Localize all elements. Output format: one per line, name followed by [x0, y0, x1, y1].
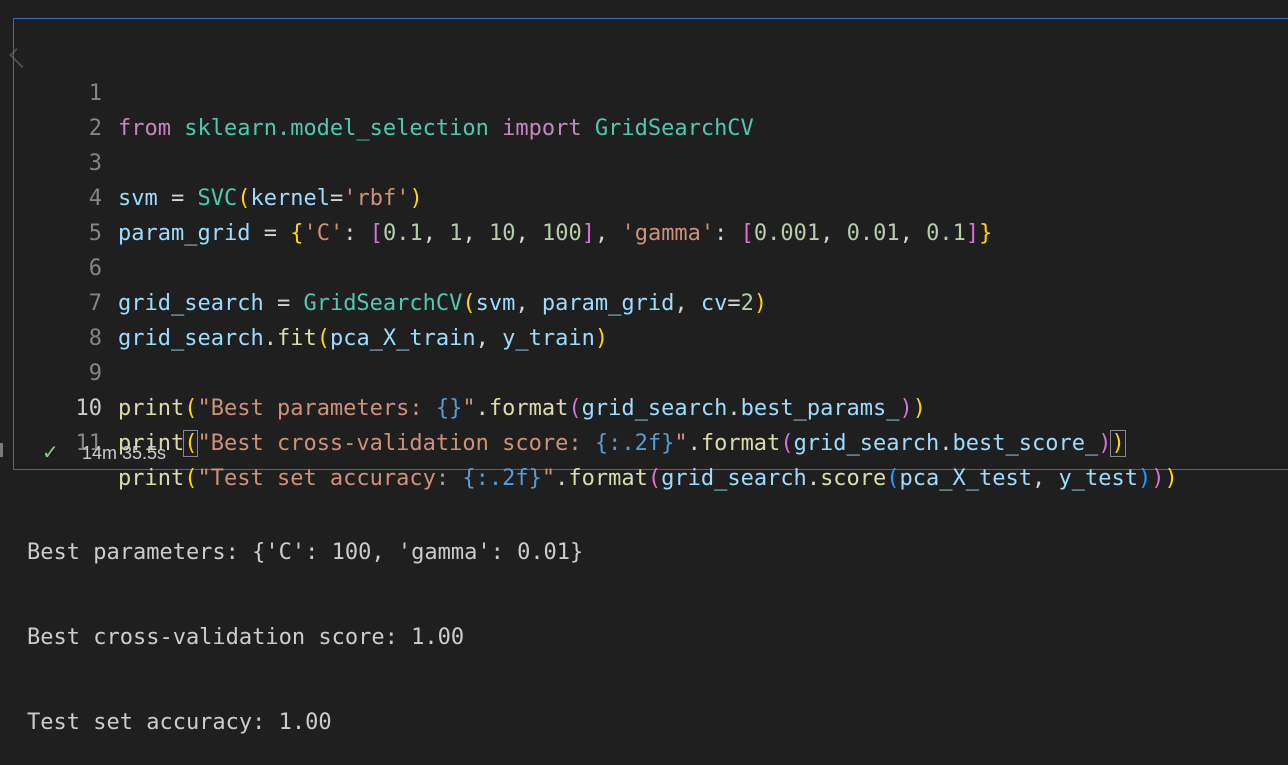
punctuation: . — [939, 431, 953, 456]
bracket: ( — [647, 466, 662, 491]
format-placeholder: {:.2f} — [594, 431, 675, 456]
code-line-active: 10 print("Best cross-validation score: {… — [14, 356, 1288, 457]
variable: grid_search — [661, 466, 807, 491]
punctuation: . — [806, 466, 821, 491]
code-editor[interactable]: 1 from sklearn.model_selection import Gr… — [14, 41, 1288, 491]
cell-output: Best parameters: {'C': 100, 'gamma': 0.0… — [27, 485, 583, 765]
code-line: 11 print("Test set accuracy: {:.2f}".for… — [14, 391, 1288, 491]
bracket: ( — [183, 430, 199, 457]
bracket: ) — [1098, 431, 1112, 456]
function-name: format — [700, 431, 781, 456]
code-line: 4 param_grid = {'C': [0.1, 1, 10, 100], … — [14, 146, 1288, 246]
code-line: 8 — [14, 286, 1288, 351]
bracket: ) — [1110, 430, 1126, 457]
punctuation: . — [687, 431, 701, 456]
argument: y_test — [1058, 466, 1138, 491]
bracket: ( — [886, 466, 900, 491]
attribute: best_score_ — [952, 431, 1099, 456]
bracket: ) — [1164, 466, 1178, 491]
bracket: ) — [1151, 466, 1165, 491]
code-line: 3 svm = SVC(kernel='rbf') — [14, 111, 1288, 211]
code-line: 7 grid_search.fit(pca_X_train, y_train) — [14, 251, 1288, 351]
function-name: score — [820, 466, 887, 491]
string-literal: "Best cross-validation score: — [197, 431, 595, 456]
output-line: Best parameters: {'C': 100, 'gamma': 0.0… — [27, 540, 584, 565]
bracket: ( — [780, 431, 794, 456]
punctuation: , — [1032, 466, 1059, 491]
argument: pca_X_test — [899, 466, 1032, 491]
output-line: Test set accuracy: 1.00 — [27, 710, 332, 735]
code-line: 1 from sklearn.model_selection import Gr… — [14, 41, 1288, 141]
code-line: 9 print("Best parameters: {}".format(gri… — [14, 321, 1288, 421]
cell-gutter-marker — [0, 443, 3, 457]
check-icon: ✓ — [42, 442, 59, 464]
code-line: 2 — [14, 76, 1288, 141]
code-line: 6 grid_search = GridSearchCV(svm, param_… — [14, 216, 1288, 316]
string-literal: " — [674, 431, 688, 456]
variable: grid_search — [793, 431, 940, 456]
execution-status: ✓ 14m 35.5s — [42, 441, 166, 465]
bracket: ) — [1137, 466, 1152, 491]
code-cell[interactable]: 1 from sklearn.model_selection import Gr… — [9, 18, 1288, 491]
execution-duration: 14m 35.5s — [82, 443, 167, 463]
output-line: Best cross-validation score: 1.00 — [27, 625, 465, 650]
code-line: 5 — [14, 181, 1288, 246]
